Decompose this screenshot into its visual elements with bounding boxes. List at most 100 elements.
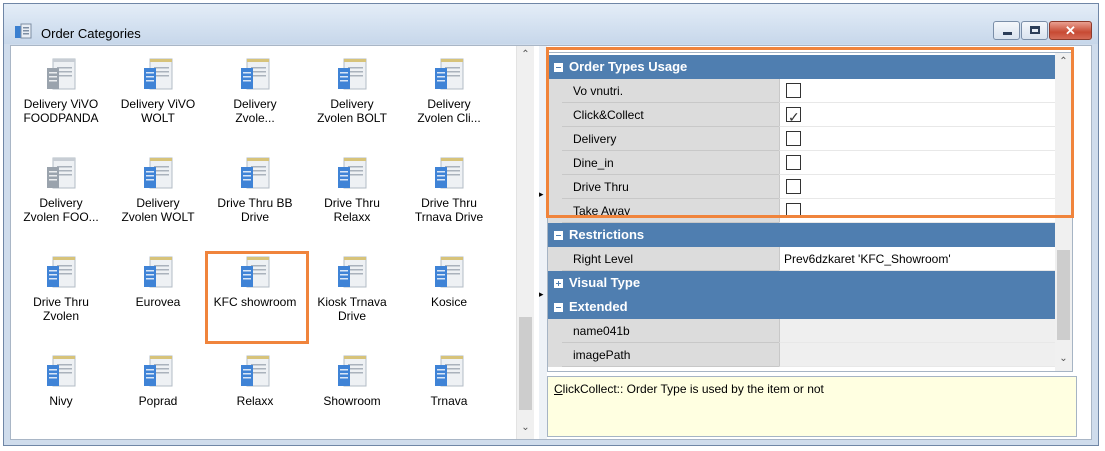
property-value[interactable] — [779, 127, 1072, 151]
category-item[interactable]: Delivery ViVO WOLT — [110, 56, 206, 125]
category-item[interactable]: Trnava — [401, 353, 497, 408]
category-title: Restrictions — [569, 227, 645, 242]
order-doc-icon — [241, 355, 270, 387]
collapse-icon[interactable] — [554, 231, 563, 240]
checkbox[interactable] — [786, 131, 801, 146]
property-right-level[interactable]: Right Level Prev6dzkaret 'KFC_Showroom' — [548, 247, 1072, 271]
category-title: Order Types Usage — [569, 59, 688, 74]
category-item[interactable]: Delivery Zvole... — [207, 56, 303, 125]
category-extended[interactable]: Extended — [548, 295, 1072, 319]
title-bar[interactable]: Order Categories ✕ — [4, 4, 1098, 44]
property-order-type[interactable]: Take Away — [548, 199, 1072, 223]
category-label-line2: FOODPANDA — [23, 111, 99, 125]
collapse-icon[interactable] — [554, 63, 563, 72]
checkbox[interactable] — [786, 203, 801, 218]
property-order-type[interactable]: Delivery — [548, 127, 1072, 151]
property-order-type[interactable]: Vo vnutri. — [548, 79, 1072, 103]
category-item[interactable]: KFC showroom — [207, 254, 303, 309]
splitter-arrow-icon[interactable]: ▸ — [539, 189, 544, 200]
property-value[interactable] — [779, 199, 1072, 223]
property-order-type[interactable]: Click&Collect ✓ — [548, 103, 1072, 127]
category-item[interactable]: Kosice — [401, 254, 497, 309]
property-value[interactable] — [779, 175, 1072, 199]
category-item[interactable]: Drive Thru Trnava Drive — [401, 155, 497, 224]
description-mnemonic: C — [554, 382, 563, 396]
property-order-type[interactable]: Dine_in — [548, 151, 1072, 175]
category-list-scrollbar[interactable]: ⌃ ⌄ — [516, 46, 534, 439]
category-item[interactable]: Nivy — [13, 353, 109, 408]
category-label-line2: Zvolen Cli... — [417, 111, 481, 125]
scroll-up-icon[interactable]: ⌃ — [517, 49, 534, 60]
checkbox[interactable]: ✓ — [786, 107, 801, 125]
checkbox[interactable] — [786, 83, 801, 98]
collapse-icon[interactable] — [554, 303, 563, 312]
category-item[interactable]: Drive Thru Zvolen — [13, 254, 109, 323]
category-item[interactable]: Delivery Zvolen BOLT — [304, 56, 400, 125]
order-doc-icon — [435, 58, 464, 90]
order-doc-icon — [338, 256, 367, 288]
checkbox[interactable] — [786, 155, 801, 170]
property-order-type[interactable]: Drive Thru — [548, 175, 1072, 199]
category-item[interactable]: Drive Thru Relaxx — [304, 155, 400, 224]
splitter-arrow-icon[interactable]: ▸ — [539, 289, 544, 300]
scroll-down-icon[interactable]: ⌄ — [1055, 353, 1072, 364]
category-label-line1: Kiosk Trnava — [317, 295, 387, 309]
description-text: lickCollect:: Order Type is used by the … — [562, 382, 824, 396]
panel-splitter[interactable]: ▸ ▸ — [539, 46, 547, 439]
property-grid-scrollbar[interactable]: ⌃ ⌄ — [1055, 53, 1072, 371]
category-item[interactable]: Relaxx — [207, 353, 303, 408]
scrollbar-thumb[interactable] — [519, 317, 532, 410]
category-item[interactable]: Poprad — [110, 353, 206, 408]
category-label-line1: Drive Thru BB — [217, 196, 293, 210]
minimize-button[interactable] — [993, 21, 1020, 40]
category-label-line1: Showroom — [323, 394, 381, 408]
category-item[interactable]: Showroom — [304, 353, 400, 408]
property-value[interactable]: ✓ — [779, 103, 1072, 127]
right-level-value[interactable]: Prev6dzkaret 'KFC_Showroom' — [779, 247, 1072, 271]
category-visual-type[interactable]: Visual Type — [548, 271, 1072, 295]
checkbox[interactable] — [786, 179, 801, 194]
property-description: ClickCollect:: Order Type is used by the… — [547, 376, 1077, 437]
category-item[interactable]: Drive Thru BB Drive — [207, 155, 303, 224]
close-button[interactable]: ✕ — [1049, 21, 1092, 40]
property-imagepath[interactable]: imagePath — [548, 343, 1072, 367]
order-doc-icon — [144, 355, 173, 387]
order-doc-icon — [435, 355, 464, 387]
order-doc-icon — [241, 157, 270, 189]
name041b-value[interactable] — [779, 319, 1072, 343]
category-label-line1: Kosice — [430, 295, 468, 309]
order-doc-icon — [241, 58, 270, 90]
category-restrictions[interactable]: Restrictions — [548, 223, 1072, 247]
category-item[interactable]: Delivery ViVO FOODPANDA — [13, 56, 109, 125]
category-item[interactable]: Delivery Zvolen WOLT — [110, 155, 206, 224]
property-name041b[interactable]: name041b — [548, 319, 1072, 343]
scrollbar-thumb[interactable] — [1057, 250, 1070, 340]
category-item[interactable]: Delivery Zvolen FOO... — [13, 155, 109, 224]
category-label-line2: Zvolen WOLT — [121, 210, 195, 224]
order-doc-icon — [144, 256, 173, 288]
expand-icon[interactable] — [554, 279, 563, 288]
category-item[interactable]: Eurovea — [110, 254, 206, 309]
scroll-up-icon[interactable]: ⌃ — [1055, 56, 1072, 67]
scroll-down-icon[interactable]: ⌄ — [517, 422, 534, 433]
checkmark-icon: ✓ — [788, 109, 800, 125]
category-icon-list[interactable]: Delivery ViVO FOODPANDA Delivery ViVO WOLT D… — [11, 46, 539, 439]
category-label-line1: Delivery ViVO — [23, 97, 99, 111]
maximize-button[interactable] — [1021, 21, 1048, 40]
property-gutter — [548, 175, 562, 199]
category-label-line1: Relaxx — [236, 394, 274, 408]
property-value[interactable] — [779, 151, 1072, 175]
category-label-line1: Delivery — [136, 196, 180, 210]
category-label-line1: Delivery — [233, 97, 277, 111]
imagepath-value[interactable] — [779, 343, 1072, 367]
category-order-types-usage[interactable]: Order Types Usage — [548, 55, 1072, 79]
category-label-line2: Zvolen FOO... — [23, 210, 99, 224]
category-item[interactable]: Kiosk Trnava Drive — [304, 254, 400, 323]
order-doc-icon — [338, 157, 367, 189]
category-label-line2: Zvolen BOLT — [317, 111, 387, 125]
category-label-line2: Trnava Drive — [414, 210, 484, 224]
category-item[interactable]: Delivery Zvolen Cli... — [401, 56, 497, 125]
property-value[interactable] — [779, 79, 1072, 103]
order-doc-icon-gray — [47, 58, 76, 90]
property-label: Vo vnutri. — [548, 79, 779, 103]
